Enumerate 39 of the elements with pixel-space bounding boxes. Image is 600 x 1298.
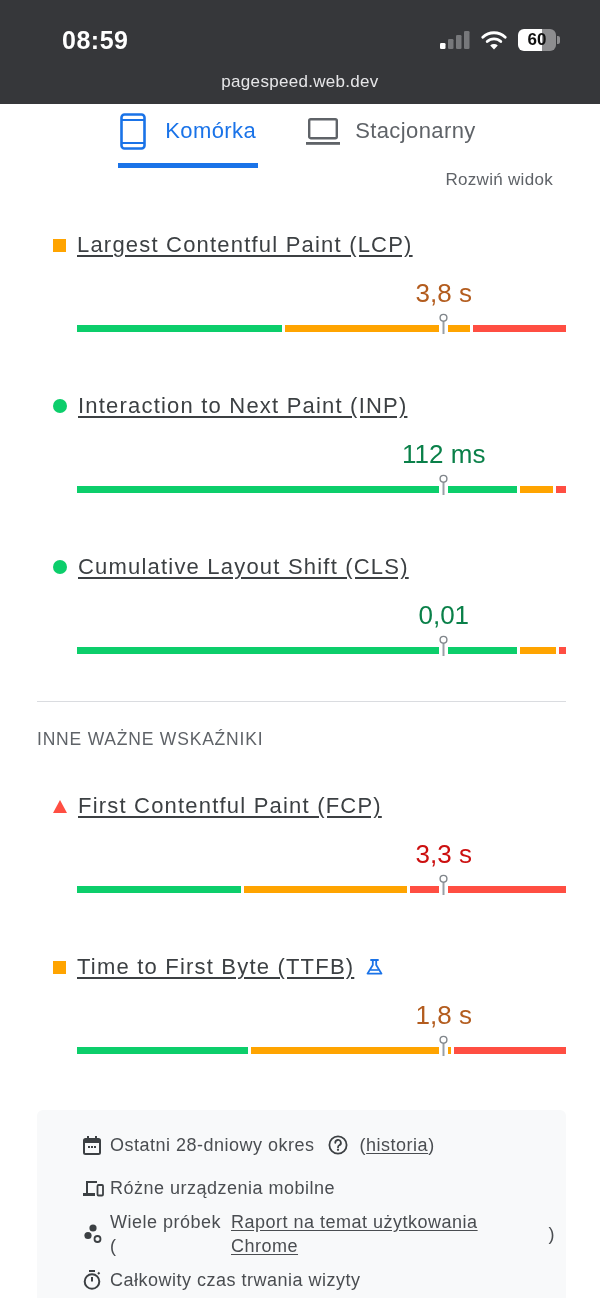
- history-note: (historia): [359, 1134, 435, 1157]
- wifi-icon: [481, 30, 507, 50]
- signal-icon: [440, 31, 470, 49]
- info-text: Ostatni 28-dniowy okres: [110, 1134, 315, 1157]
- metric-value: 0,01: [418, 600, 470, 630]
- laptop-icon: [306, 117, 341, 145]
- metric-value: 3,3 s: [415, 839, 472, 869]
- status-dot-icon: [53, 399, 67, 413]
- phone-icon: [120, 112, 147, 150]
- status-dot-icon: [53, 560, 67, 574]
- info-text: Wiele próbek (: [110, 1211, 223, 1258]
- dots-icon: [83, 1224, 102, 1244]
- metric-link[interactable]: Interaction to Next Paint (INP): [78, 391, 408, 421]
- warning-triangle-icon: [53, 799, 67, 813]
- section-heading: INNE WAŻNE WSKAŹNIKI: [37, 729, 264, 749]
- info-text: Różne urządzenia mobilne: [110, 1177, 336, 1200]
- metric-value: 1,8 s: [415, 1000, 472, 1030]
- metric-value: 3,8 s: [415, 278, 472, 308]
- expand-view-link[interactable]: Rozwiń widok: [445, 168, 553, 192]
- info-text: Całkowity czas trwania wizyty: [110, 1269, 361, 1292]
- metric-link[interactable]: Cumulative Layout Shift (CLS): [78, 552, 409, 582]
- clock-time: 08:59: [62, 26, 129, 54]
- status-square-icon: [53, 960, 66, 974]
- report-link[interactable]: Raport na temat użytkowania Chrome: [231, 1210, 493, 1258]
- battery-indicator: 60: [518, 29, 560, 51]
- calendar-icon: [83, 1135, 101, 1155]
- help-icon[interactable]: [327, 1135, 348, 1155]
- tab[interactable]: Stacjonarny: [304, 104, 478, 168]
- paren-text: ): [548, 1223, 555, 1246]
- tab[interactable]: Komórka: [118, 104, 259, 168]
- metric-link[interactable]: Largest Contentful Paint (LCP): [77, 230, 413, 260]
- status-square-icon: [53, 238, 66, 252]
- history-link[interactable]: historia: [366, 1135, 429, 1155]
- metric-link[interactable]: First Contentful Paint (FCP): [78, 791, 382, 821]
- stopwatch-icon: [83, 1270, 101, 1290]
- url-text: pagespeed.web.dev: [221, 72, 379, 92]
- devices-icon: [83, 1179, 104, 1197]
- metric-value: 112 ms: [402, 439, 486, 469]
- metric-link[interactable]: Time to First Byte (TTFB): [77, 952, 355, 982]
